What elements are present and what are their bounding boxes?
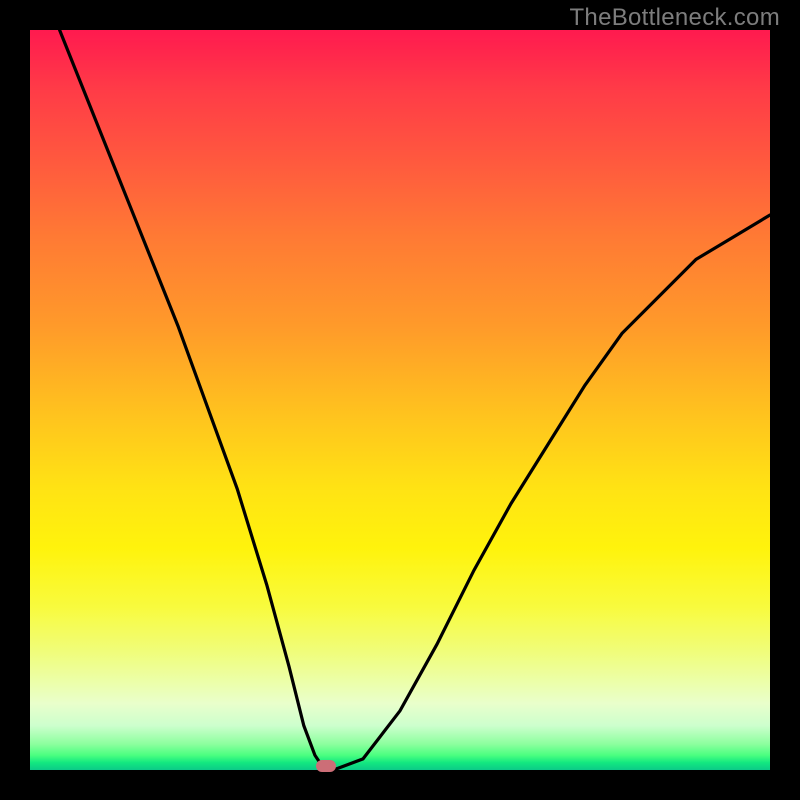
- watermark-text: TheBottleneck.com: [569, 4, 780, 32]
- curve-svg: [30, 30, 770, 770]
- plot-area: [30, 30, 770, 770]
- bottleneck-curve: [60, 30, 770, 770]
- chart-container: TheBottleneck.com: [0, 0, 800, 800]
- optimum-marker: [316, 760, 336, 772]
